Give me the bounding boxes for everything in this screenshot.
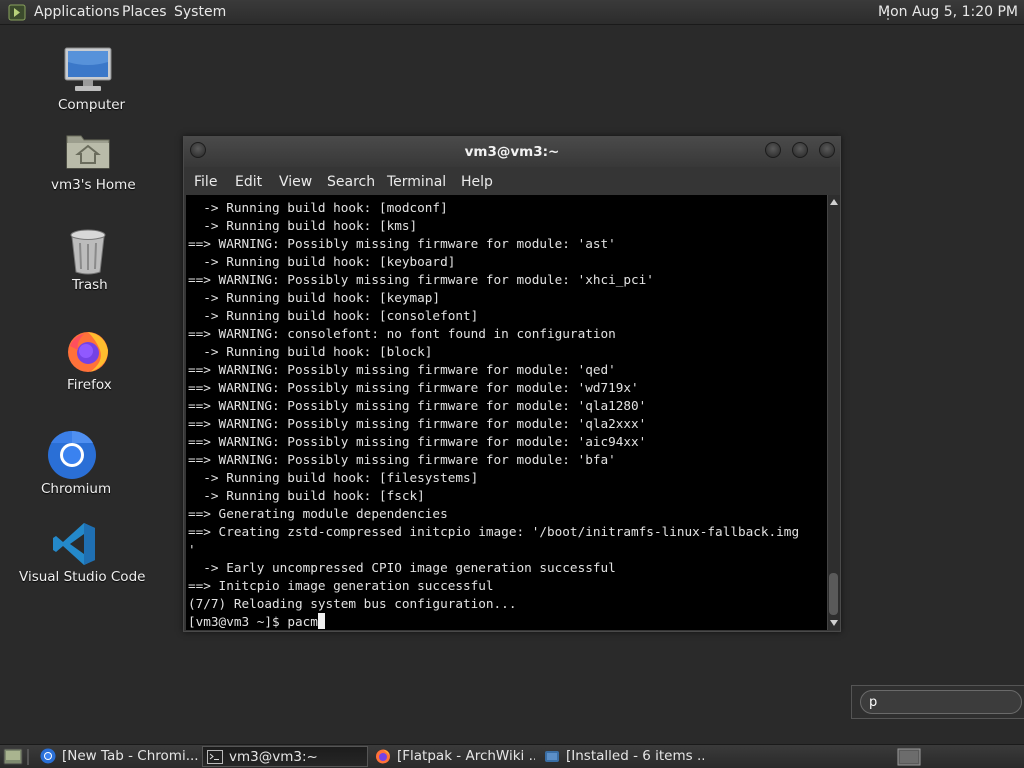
terminal-line: ==> WARNING: Possibly missing firmware f…: [188, 380, 639, 395]
scroll-down-arrow-icon[interactable]: [830, 620, 838, 626]
terminal-command-input[interactable]: pacm: [287, 614, 318, 629]
menu-help[interactable]: Help: [461, 174, 493, 190]
scroll-up-arrow-icon[interactable]: [830, 199, 838, 205]
terminal-line: -> Running build hook: [block]: [188, 344, 433, 359]
terminal-line: ': [188, 542, 196, 557]
desktop-icon-label: vm3's Home: [51, 177, 136, 193]
terminal-line: ==> Creating zstd-compressed initcpio im…: [188, 524, 800, 539]
terminal-line: (7/7) Reloading system bus configuration…: [188, 596, 517, 611]
terminal-line: ==> WARNING: consolefont: no font found …: [188, 326, 616, 341]
taskbar-task-software[interactable]: [Installed - 6 items ...: [540, 746, 704, 767]
menu-view[interactable]: View: [279, 174, 312, 190]
taskbar-task-label: [Installed - 6 items ...: [566, 748, 704, 764]
terminal-line: -> Running build hook: [keymap]: [188, 290, 441, 305]
maximize-button[interactable]: [792, 142, 808, 158]
vscode-icon: [53, 523, 95, 565]
desktop-icon-label: Computer: [58, 97, 126, 113]
menu-file[interactable]: File: [194, 174, 217, 190]
close-button[interactable]: [819, 142, 835, 158]
search-input[interactable]: [860, 690, 1022, 714]
terminal-prompt: [vm3@vm3 ~]$: [188, 614, 288, 629]
terminal-cursor: [317, 613, 325, 629]
computer-icon: [64, 47, 112, 91]
distro-logo-icon[interactable]: [8, 4, 26, 21]
terminal-line: ==> WARNING: Possibly missing firmware f…: [188, 398, 647, 413]
taskbar-separator: [27, 749, 29, 765]
menu-edit[interactable]: Edit: [235, 174, 262, 190]
taskbar-task-label: vm3@vm3:~: [229, 749, 318, 765]
terminal-menubar: File Edit View Search Terminal Help: [184, 167, 840, 195]
terminal-line: ==> WARNING: Possibly missing firmware f…: [188, 416, 647, 431]
terminal-line: -> Running build hook: [fsck]: [188, 488, 425, 503]
type-ahead-search-popup: [851, 685, 1024, 719]
window-titlebar[interactable]: vm3@vm3:~: [184, 137, 840, 167]
places-menu[interactable]: Places: [122, 4, 167, 20]
software-center-icon: [545, 751, 559, 762]
terminal-line: ==> WARNING: Possibly missing firmware f…: [188, 362, 616, 377]
home-folder-icon: [66, 135, 110, 169]
bottom-taskbar: [New Tab - Chromi... vm3@vm3:~ [Flatpak …: [0, 744, 1024, 768]
desktop-icon-label: Firefox: [67, 377, 112, 393]
terminal-line: ==> WARNING: Possibly missing firmware f…: [188, 272, 654, 287]
applications-menu[interactable]: Applications: [34, 4, 120, 20]
trash-icon: [70, 229, 106, 275]
terminal-line: -> Running build hook: [keyboard]: [188, 254, 456, 269]
terminal-line: -> Running build hook: [modconf]: [188, 200, 448, 215]
terminal-window[interactable]: vm3@vm3:~ File Edit View Search Terminal…: [183, 136, 841, 632]
taskbar-task-label: [New Tab - Chromi...: [62, 748, 199, 764]
terminal-line: -> Running build hook: [filesystems]: [188, 470, 479, 485]
menu-search[interactable]: Search: [327, 174, 375, 190]
show-desktop-icon[interactable]: [3, 748, 23, 765]
top-panel: Applications Places System Mon Aug 5, 1:…: [0, 0, 1024, 25]
taskbar-task-chromium[interactable]: [New Tab - Chromi...: [36, 746, 200, 767]
chromium-icon: [40, 748, 56, 764]
desktop-icon-label: Visual Studio Code: [19, 569, 146, 585]
terminal-scrollbar[interactable]: [827, 195, 840, 630]
terminal-line: ==> Generating module dependencies: [188, 506, 448, 521]
desktop-icon-label: Trash: [72, 277, 108, 293]
system-menu[interactable]: System: [174, 4, 226, 20]
terminal-line: ==> Initcpio image generation successful: [188, 578, 494, 593]
terminal-line: -> Early uncompressed CPIO image generat…: [188, 560, 616, 575]
window-title: vm3@vm3:~: [464, 144, 560, 160]
terminal-text: -> Running build hook: [modconf] -> Runn…: [188, 199, 799, 630]
terminal-line: -> Running build hook: [consolefont]: [188, 308, 479, 323]
clock[interactable]: Mon Aug 5, 1:20 PM: [878, 4, 1018, 20]
minimize-button[interactable]: [765, 142, 781, 158]
menu-terminal[interactable]: Terminal: [387, 174, 446, 190]
chromium-icon: [48, 430, 96, 479]
terminal-line: ==> WARNING: Possibly missing firmware f…: [188, 434, 647, 449]
firefox-icon: [68, 332, 108, 372]
taskbar-task-firefox[interactable]: [Flatpak - ArchWiki ...: [371, 746, 535, 767]
workspace-switcher-icon[interactable]: [897, 748, 921, 766]
taskbar-task-label: [Flatpak - ArchWiki ...: [397, 748, 535, 764]
terminal-line: ==> WARNING: Possibly missing firmware f…: [188, 236, 616, 251]
firefox-icon: [376, 749, 390, 764]
taskbar-task-terminal[interactable]: vm3@vm3:~: [202, 746, 368, 767]
terminal-icon: [207, 750, 223, 764]
terminal-line: ==> WARNING: Possibly missing firmware f…: [188, 452, 616, 467]
desktop-icon-label: Chromium: [41, 481, 112, 497]
terminal-output[interactable]: -> Running build hook: [modconf] -> Runn…: [186, 195, 827, 630]
terminal-line: -> Running build hook: [kms]: [188, 218, 418, 233]
scrollbar-thumb[interactable]: [829, 573, 838, 615]
